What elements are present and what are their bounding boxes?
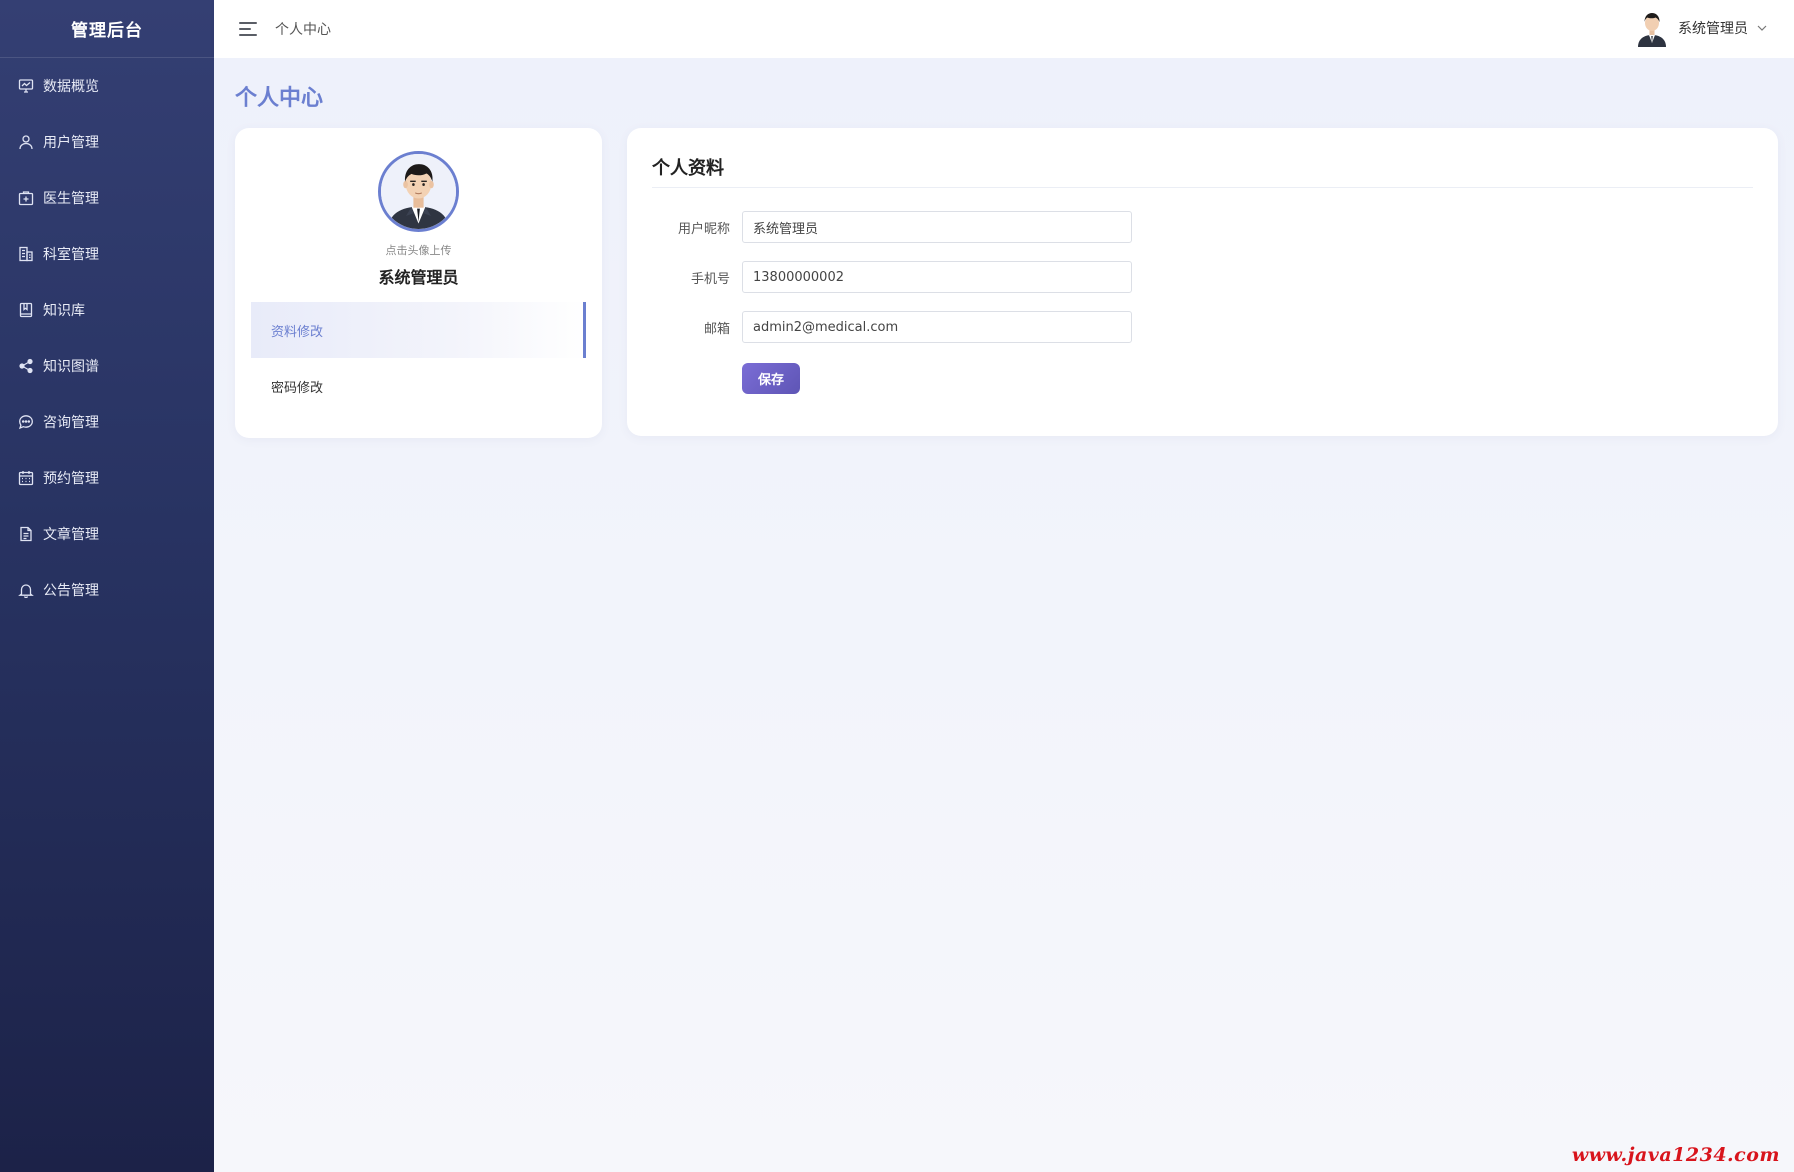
email-label: 邮箱 <box>703 321 730 337</box>
avatar-upload[interactable] <box>378 151 459 232</box>
nickname-label: 用户昵称 <box>677 221 730 237</box>
save-button[interactable]: 保存 <box>742 363 800 394</box>
phone-row: 手机号 <box>652 261 1132 293</box>
chat-icon <box>18 414 34 430</box>
phone-label: 手机号 <box>690 271 730 287</box>
profile-card: 点击头像上传 系统管理员 资料修改 密码修改 <box>235 128 602 438</box>
sidebar-item-label: 科室管理 <box>43 247 99 263</box>
top-header: 个人中心 系统管理员 <box>214 0 1794 58</box>
user-dropdown[interactable]: 系统管理员 <box>1634 9 1768 47</box>
building-icon <box>18 246 34 262</box>
sidebar-item-label: 公告管理 <box>43 583 99 599</box>
chevron-down-icon <box>1756 19 1768 38</box>
profile-nav: 资料修改 密码修改 <box>251 302 586 414</box>
sidebar-item-label: 数据概览 <box>43 79 99 95</box>
nav-change-password[interactable]: 密码修改 <box>251 358 586 414</box>
sidebar-item-users[interactable]: 用户管理 <box>0 114 214 170</box>
main-content: 个人中心 点击头像上传 系统管理员 资料修改 密码修改 个人资料 用户昵称 系统… <box>214 58 1794 1172</box>
sidebar-item-announcements[interactable]: 公告管理 <box>0 562 214 618</box>
sidebar-item-label: 医生管理 <box>43 191 99 207</box>
sidebar-item-departments[interactable]: 科室管理 <box>0 226 214 282</box>
sidebar-item-knowledge-graph[interactable]: 知识图谱 <box>0 338 214 394</box>
sidebar-menu: 数据概览 用户管理 医生管理 科室管理 知识库 知识图谱 咨询管理 预约管理 文… <box>0 58 214 618</box>
sidebar-item-label: 用户管理 <box>43 135 99 151</box>
page-title: 个人中心 <box>235 86 324 111</box>
user-icon <box>18 134 34 150</box>
sidebar-item-label: 知识库 <box>43 303 85 319</box>
divider <box>652 187 1753 188</box>
brand-title: 管理后台 <box>0 0 214 58</box>
document-icon <box>18 526 34 542</box>
sidebar-item-label: 预约管理 <box>43 471 99 487</box>
share-icon <box>18 358 34 374</box>
sidebar-item-label: 文章管理 <box>43 527 99 543</box>
sidebar-item-knowledge-base[interactable]: 知识库 <box>0 282 214 338</box>
email-row: 邮箱 <box>652 311 1132 343</box>
sidebar-item-label: 知识图谱 <box>43 359 99 375</box>
upload-tip: 点击头像上传 <box>385 244 452 257</box>
menu-toggle-icon[interactable] <box>239 22 257 36</box>
book-icon <box>18 302 34 318</box>
sidebar-item-appointments[interactable]: 预约管理 <box>0 450 214 506</box>
sidebar-item-articles[interactable]: 文章管理 <box>0 506 214 562</box>
watermark: www.java1234.com <box>1571 1144 1780 1166</box>
sidebar-item-label: 咨询管理 <box>43 415 99 431</box>
nickname-input[interactable] <box>742 211 1132 243</box>
email-input[interactable] <box>742 311 1132 343</box>
nav-edit-profile[interactable]: 资料修改 <box>251 302 586 358</box>
profile-name: 系统管理员 <box>378 268 459 287</box>
nickname-row: 用户昵称 <box>652 211 1132 243</box>
sidebar-item-dashboard[interactable]: 数据概览 <box>0 58 214 114</box>
medical-case-icon <box>18 190 34 206</box>
sidebar-item-consultation[interactable]: 咨询管理 <box>0 394 214 450</box>
profile-form-card: 个人资料 用户昵称 手机号 邮箱 保存 <box>627 128 1778 436</box>
header-user-name: 系统管理员 <box>1678 21 1748 37</box>
breadcrumb: 个人中心 <box>275 22 331 38</box>
phone-input[interactable] <box>742 261 1132 293</box>
avatar <box>1634 9 1670 47</box>
calendar-icon <box>18 470 34 486</box>
chart-icon <box>18 78 34 94</box>
sidebar-item-doctors[interactable]: 医生管理 <box>0 170 214 226</box>
sidebar: 管理后台 数据概览 用户管理 医生管理 科室管理 知识库 知识图谱 咨询管理 预… <box>0 0 214 1172</box>
bell-icon <box>18 582 34 598</box>
form-title: 个人资料 <box>652 158 724 179</box>
